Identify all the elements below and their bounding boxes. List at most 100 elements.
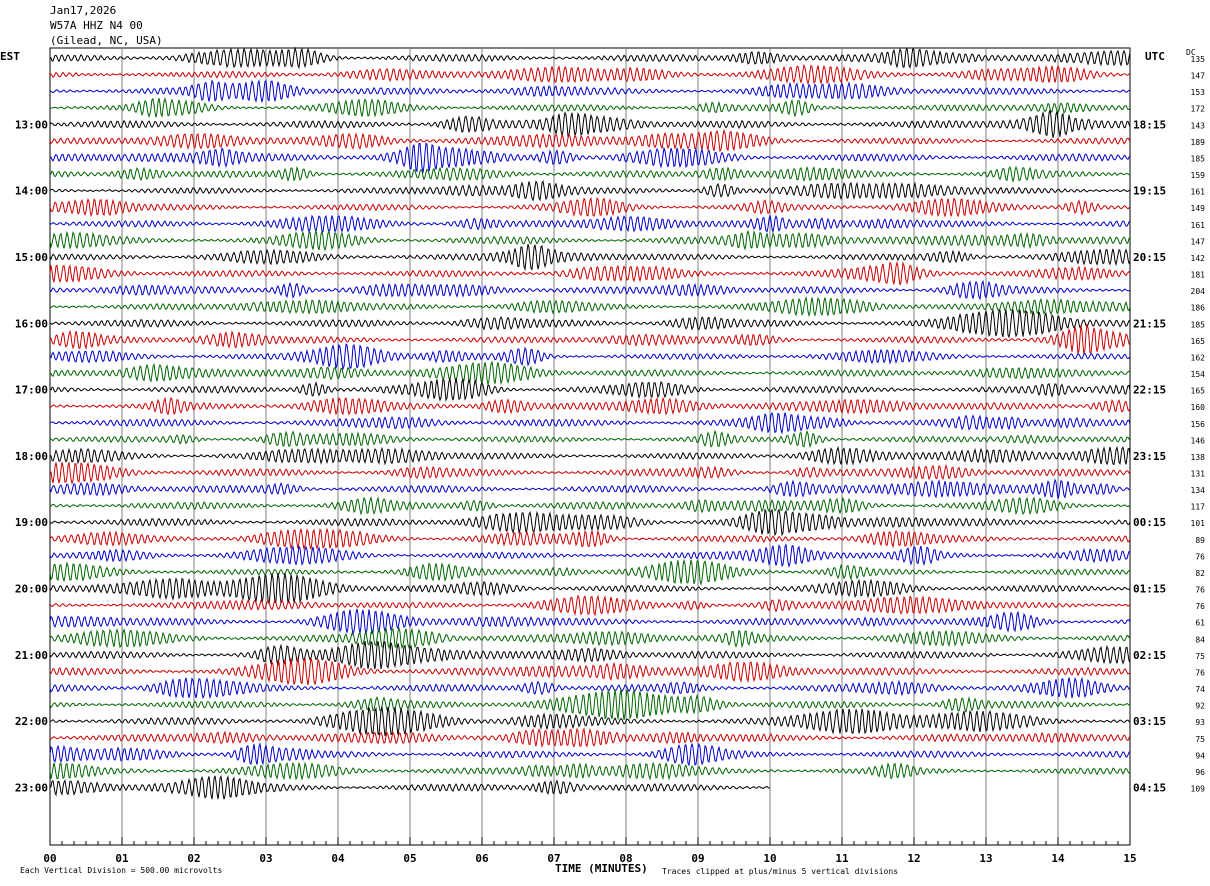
- trace-row: [49, 260, 1131, 286]
- left-hour-label: 15:00: [15, 251, 48, 264]
- x-tick-label: 14: [1051, 852, 1065, 865]
- trace-row: [49, 558, 1131, 586]
- dc-offset-label: 76: [1195, 552, 1205, 561]
- trace-row: [49, 196, 1131, 218]
- trace-row: [49, 97, 1131, 119]
- trace-row: [49, 165, 1130, 183]
- right-hour-label: 21:15: [1133, 317, 1166, 330]
- dc-offset-label: 185: [1191, 320, 1206, 329]
- trace-row: [49, 396, 1131, 416]
- dc-offset-label: 161: [1191, 221, 1206, 230]
- trace-row: [49, 445, 1131, 466]
- dc-offset-label: 76: [1195, 602, 1205, 611]
- dc-offset-label: 138: [1191, 453, 1206, 462]
- x-tick-label: 00: [43, 852, 56, 865]
- left-hour-label: 22:00: [15, 715, 48, 728]
- dc-offset-label: 61: [1195, 619, 1205, 628]
- left-hour-label: 23:00: [15, 782, 48, 795]
- trace-row: [49, 279, 1131, 301]
- dc-offset-label: 186: [1191, 304, 1206, 313]
- x-tick-label: 04: [331, 852, 345, 865]
- left-hour-label: 16:00: [15, 317, 48, 330]
- dc-offset-label: 131: [1191, 470, 1206, 479]
- right-hour-label: 01:15: [1133, 583, 1166, 596]
- trace-row: [49, 295, 1131, 318]
- right-hour-label: 03:15: [1133, 715, 1166, 728]
- x-tick-label: 01: [115, 852, 129, 865]
- trace-row: [49, 626, 1131, 650]
- footer-clip-note: Traces clipped at plus/minus 5 vertical …: [662, 867, 899, 876]
- trace-row: [49, 478, 1130, 499]
- dc-offset-label: 162: [1191, 353, 1206, 362]
- left-hour-label: 20:00: [15, 583, 48, 596]
- dc-offset-label: 185: [1191, 154, 1206, 163]
- dc-offset-label: 165: [1191, 387, 1206, 396]
- dc-offset-label: 76: [1195, 668, 1205, 677]
- dc-offset-label: 153: [1191, 88, 1206, 97]
- right-hour-label: 04:15: [1133, 782, 1166, 795]
- footer-scale-note: Each Vertical Division = 500.00 microvol…: [4, 866, 222, 875]
- dc-offset-label: 75: [1195, 652, 1205, 661]
- dc-offset-label: 172: [1191, 105, 1206, 114]
- dc-offset-label: 146: [1191, 436, 1206, 445]
- trace-row: [49, 214, 1131, 234]
- dc-offset-label: 143: [1191, 121, 1206, 130]
- scale-note-text: Each Vertical Division = 500.00 microvol…: [20, 866, 223, 875]
- x-tick-label: 09: [691, 852, 704, 865]
- right-hour-label: 18:15: [1133, 118, 1166, 131]
- dc-offset-label: 93: [1195, 718, 1205, 727]
- x-tick-label: 12: [907, 852, 920, 865]
- right-hour-label: 02:15: [1133, 649, 1166, 662]
- dc-offset-label: 92: [1195, 702, 1205, 711]
- x-tick-label: 02: [187, 852, 200, 865]
- right-hour-label: 20:15: [1133, 251, 1166, 264]
- trace-row: [49, 689, 1131, 721]
- trace-row: [49, 308, 1131, 339]
- trace-row: [49, 726, 1131, 749]
- trace-row: [50, 79, 1131, 103]
- trace-row: [49, 411, 1131, 435]
- left-hour-label: 19:00: [15, 516, 48, 529]
- trace-row: [49, 429, 1131, 449]
- dc-offset-label: 165: [1191, 337, 1206, 346]
- x-tick-label: 13: [979, 852, 992, 865]
- trace-row: [49, 360, 1131, 385]
- left-hour-label: 14:00: [15, 185, 48, 198]
- x-tick-label: 10: [763, 852, 776, 865]
- dc-offset-label: 149: [1191, 204, 1206, 213]
- trace-row: [49, 573, 1131, 604]
- helicorder-chart: 00 01 02 03 04 05 06 07 08 09 10 11 12 13 14 1513514715…: [15, 46, 1206, 865]
- dc-offset-label: 142: [1191, 254, 1206, 263]
- dc-offset-label: 74: [1195, 685, 1205, 694]
- dc-offset-label: 156: [1191, 420, 1206, 429]
- right-hour-label: 00:15: [1133, 516, 1166, 529]
- trace-row: [49, 142, 1131, 173]
- left-hour-label: 21:00: [15, 649, 48, 662]
- x-tick-label: 11: [835, 852, 849, 865]
- x-tick-label: 06: [475, 852, 489, 865]
- x-tick-label: 15: [1123, 852, 1136, 865]
- x-tick-label: 05: [403, 852, 416, 865]
- dc-offset-label: 109: [1191, 785, 1206, 794]
- trace-row: [49, 376, 1131, 402]
- dc-offset-label: 160: [1191, 403, 1206, 412]
- trace-row: [49, 243, 1131, 272]
- trace-row: [49, 761, 1130, 781]
- dc-offset-label: 147: [1191, 237, 1206, 246]
- trace-row: [49, 742, 1131, 767]
- dc-offset-label: 89: [1195, 536, 1205, 545]
- dc-offset-label: 154: [1191, 370, 1206, 379]
- dc-offset-label: 159: [1191, 171, 1206, 180]
- dc-offset-label: 117: [1191, 503, 1206, 512]
- trace-row: [49, 594, 1131, 617]
- x-axis-title: TIME (MINUTES): [555, 862, 648, 875]
- trace-row: [49, 508, 1131, 537]
- trace-row: [49, 46, 1131, 70]
- left-hour-label: 18:00: [15, 450, 48, 463]
- x-tick-label: 03: [259, 852, 272, 865]
- dc-offset-label: 75: [1195, 735, 1205, 744]
- dc-offset-label: 94: [1195, 751, 1205, 760]
- trace-row: [49, 109, 1131, 138]
- trace-row: [49, 323, 1131, 355]
- trace-row: [49, 527, 1131, 551]
